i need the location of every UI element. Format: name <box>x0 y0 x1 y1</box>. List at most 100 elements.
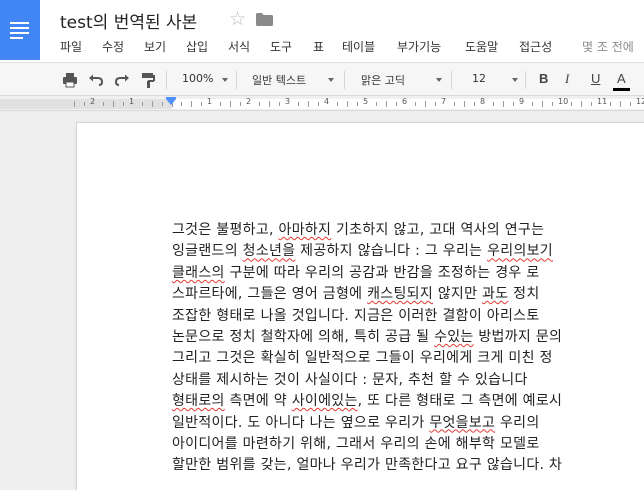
ruler-tick <box>269 101 270 107</box>
text-run: 스파르타에, 그들은 영어 금형에 <box>172 286 368 303</box>
ruler-tick <box>513 102 514 106</box>
zoom-select[interactable]: 100% <box>182 72 213 88</box>
ruler-tick <box>220 102 221 106</box>
ruler-tick <box>581 101 582 107</box>
menu-accessibility[interactable]: 접근성 <box>519 38 552 55</box>
menu-format[interactable]: 서식 <box>228 38 250 55</box>
menu-tools[interactable]: 도구 <box>270 38 292 55</box>
misspelled-word[interactable]: 과도 <box>482 286 508 302</box>
ruler-tick <box>493 102 494 106</box>
text-run: , 또 다른 형태로 그 측면에 예로시 <box>357 393 563 410</box>
text-run: 잉글랜드의 <box>172 243 243 260</box>
print-icon[interactable] <box>62 72 78 88</box>
ruler-label: 6 <box>402 97 408 106</box>
ruler-tick <box>142 102 143 106</box>
ruler-tick <box>113 101 114 107</box>
text-run: 기초하지 않고, 고대 역사의 연구는 <box>331 222 545 238</box>
text-run: 일반적이다. 도 아니다 나는 옆으로 우리가 <box>172 414 430 431</box>
document-body[interactable]: 그것은 불평하고, 아마하지 기초하지 않고, 고대 역사의 연구는 잉글랜드의 … <box>172 220 644 477</box>
ruler-tick <box>152 101 153 107</box>
ruler-tick <box>240 102 241 106</box>
ruler-tick <box>474 102 475 106</box>
ruler-tick <box>620 101 621 107</box>
ruler-tick <box>123 102 124 106</box>
text-line: 아이디어를 마련하기 위해, 그래서 우리의 손에 해부학 모델로 <box>172 434 644 455</box>
ruler-page-area <box>172 99 644 109</box>
ruler-tick <box>503 101 504 107</box>
paragraph-style-select[interactable]: 일반 텍스트 <box>252 72 306 88</box>
text-run: 않지만 <box>433 286 483 303</box>
misspelled-word[interactable]: 수있는 <box>434 329 474 345</box>
font-size-select[interactable]: 12 <box>472 72 486 88</box>
menu-view[interactable]: 보기 <box>144 38 166 55</box>
text-line: 그것은 불평하고, 아마하지 기초하지 않고, 고대 역사의 연구는 <box>172 220 644 241</box>
document-title[interactable]: test의 번역된 사본 <box>60 8 197 33</box>
ruler-label: 3 <box>285 97 291 106</box>
menu-table-2[interactable]: 테이블 <box>342 38 375 55</box>
font-caret-icon <box>436 78 442 82</box>
app-header: test의 번역된 사본 ☆ 파일 수정 보기 삽입 서식 도구 표 테이블 부가기능 도움말 접근… <box>0 0 644 62</box>
ruler-label: 11 <box>597 97 608 106</box>
menu-table[interactable]: 표 <box>313 38 324 55</box>
ruler-tick <box>84 102 85 106</box>
ruler-label: 2 <box>90 97 96 106</box>
ruler-tick <box>357 102 358 106</box>
text-line: 스파르타에, 그들은 영어 금형에 캐스팅되지 않지만 과도 정치 <box>172 284 644 305</box>
misspelled-word[interactable]: 아마하지 <box>279 222 332 238</box>
text-run: 측면에 약 <box>224 393 292 410</box>
ruler-tick <box>298 102 299 106</box>
ruler-left-margin <box>0 99 172 109</box>
ruler-tick <box>279 102 280 106</box>
ruler-tick <box>454 102 455 106</box>
ruler-tick <box>591 102 592 106</box>
last-edit-link[interactable]: 몇 조 전에 <box>582 38 634 55</box>
text-run: 그것은 불평하고, <box>172 222 279 238</box>
ruler-tick <box>347 101 348 107</box>
ruler[interactable]: 2 1 1 2 3 4 5 6 7 8 9 10 11 12 <box>0 97 644 111</box>
text-line: 형태로의 측면에 약 사이에있는, 또 다른 형태로 그 측면에 예로시 <box>172 391 644 412</box>
left-indent-icon[interactable] <box>166 99 176 105</box>
ruler-tick <box>464 101 465 107</box>
ruler-tick <box>542 101 543 107</box>
menu-help[interactable]: 도움말 <box>465 38 498 55</box>
ruler-tick <box>396 102 397 106</box>
text-run: 제공하지 않습니다 : 그 우리는 <box>295 243 488 260</box>
ruler-tick <box>103 102 104 106</box>
ruler-label: 1 <box>129 97 135 106</box>
ruler-tick <box>435 102 436 106</box>
misspelled-word[interactable]: 청소년을 <box>243 243 296 259</box>
folder-icon[interactable] <box>256 13 273 26</box>
menu-addons[interactable]: 부가기능 <box>397 38 441 55</box>
star-icon[interactable]: ☆ <box>229 8 246 30</box>
misspelled-word[interactable]: 캐스팅되지 <box>367 286 433 302</box>
misspelled-word[interactable]: 우리의보기 <box>487 243 553 259</box>
menu-insert[interactable]: 삽입 <box>186 38 208 55</box>
paint-format-icon[interactable] <box>140 72 156 88</box>
menu-file[interactable]: 파일 <box>60 38 82 55</box>
ruler-tick <box>630 102 631 106</box>
ruler-tick <box>610 102 611 106</box>
misspelled-word[interactable]: 클래스의 <box>172 265 225 281</box>
text-color-swatch <box>613 88 630 91</box>
redo-icon[interactable] <box>114 72 130 88</box>
menu-edit[interactable]: 수정 <box>102 38 124 55</box>
italic-button[interactable]: I <box>565 71 569 87</box>
ruler-tick <box>191 101 192 107</box>
text-line: 그리고 그것은 확실히 일반적으로 그들이 우리에게 크게 미친 정 <box>172 348 644 369</box>
misspelled-word[interactable]: 사이에있는 <box>292 393 358 409</box>
font-select[interactable]: 맑은 고딕 <box>361 72 405 88</box>
docs-home-logo-icon[interactable] <box>0 0 40 60</box>
misspelled-word[interactable]: 무엇을보고 <box>429 415 495 431</box>
text-run: 우리의 <box>495 414 540 431</box>
ruler-label: 12 <box>636 97 644 106</box>
text-color-button[interactable]: A <box>617 71 626 86</box>
undo-icon[interactable] <box>88 72 104 88</box>
ruler-tick <box>318 102 319 106</box>
ruler-label: 7 <box>441 97 447 106</box>
text-line: 조잡한 형태로 나올 것입니다. 지금은 이러한 결함이 아리스토 <box>172 306 644 327</box>
style-caret-icon <box>328 78 334 82</box>
underline-button[interactable]: U <box>591 71 600 86</box>
bold-button[interactable]: B <box>539 71 548 86</box>
text-run: 조잡한 형태로 나올 것입니다. 지금은 이러한 결함이 아리스토 <box>172 307 540 324</box>
misspelled-word[interactable]: 형태로의 <box>172 393 225 409</box>
